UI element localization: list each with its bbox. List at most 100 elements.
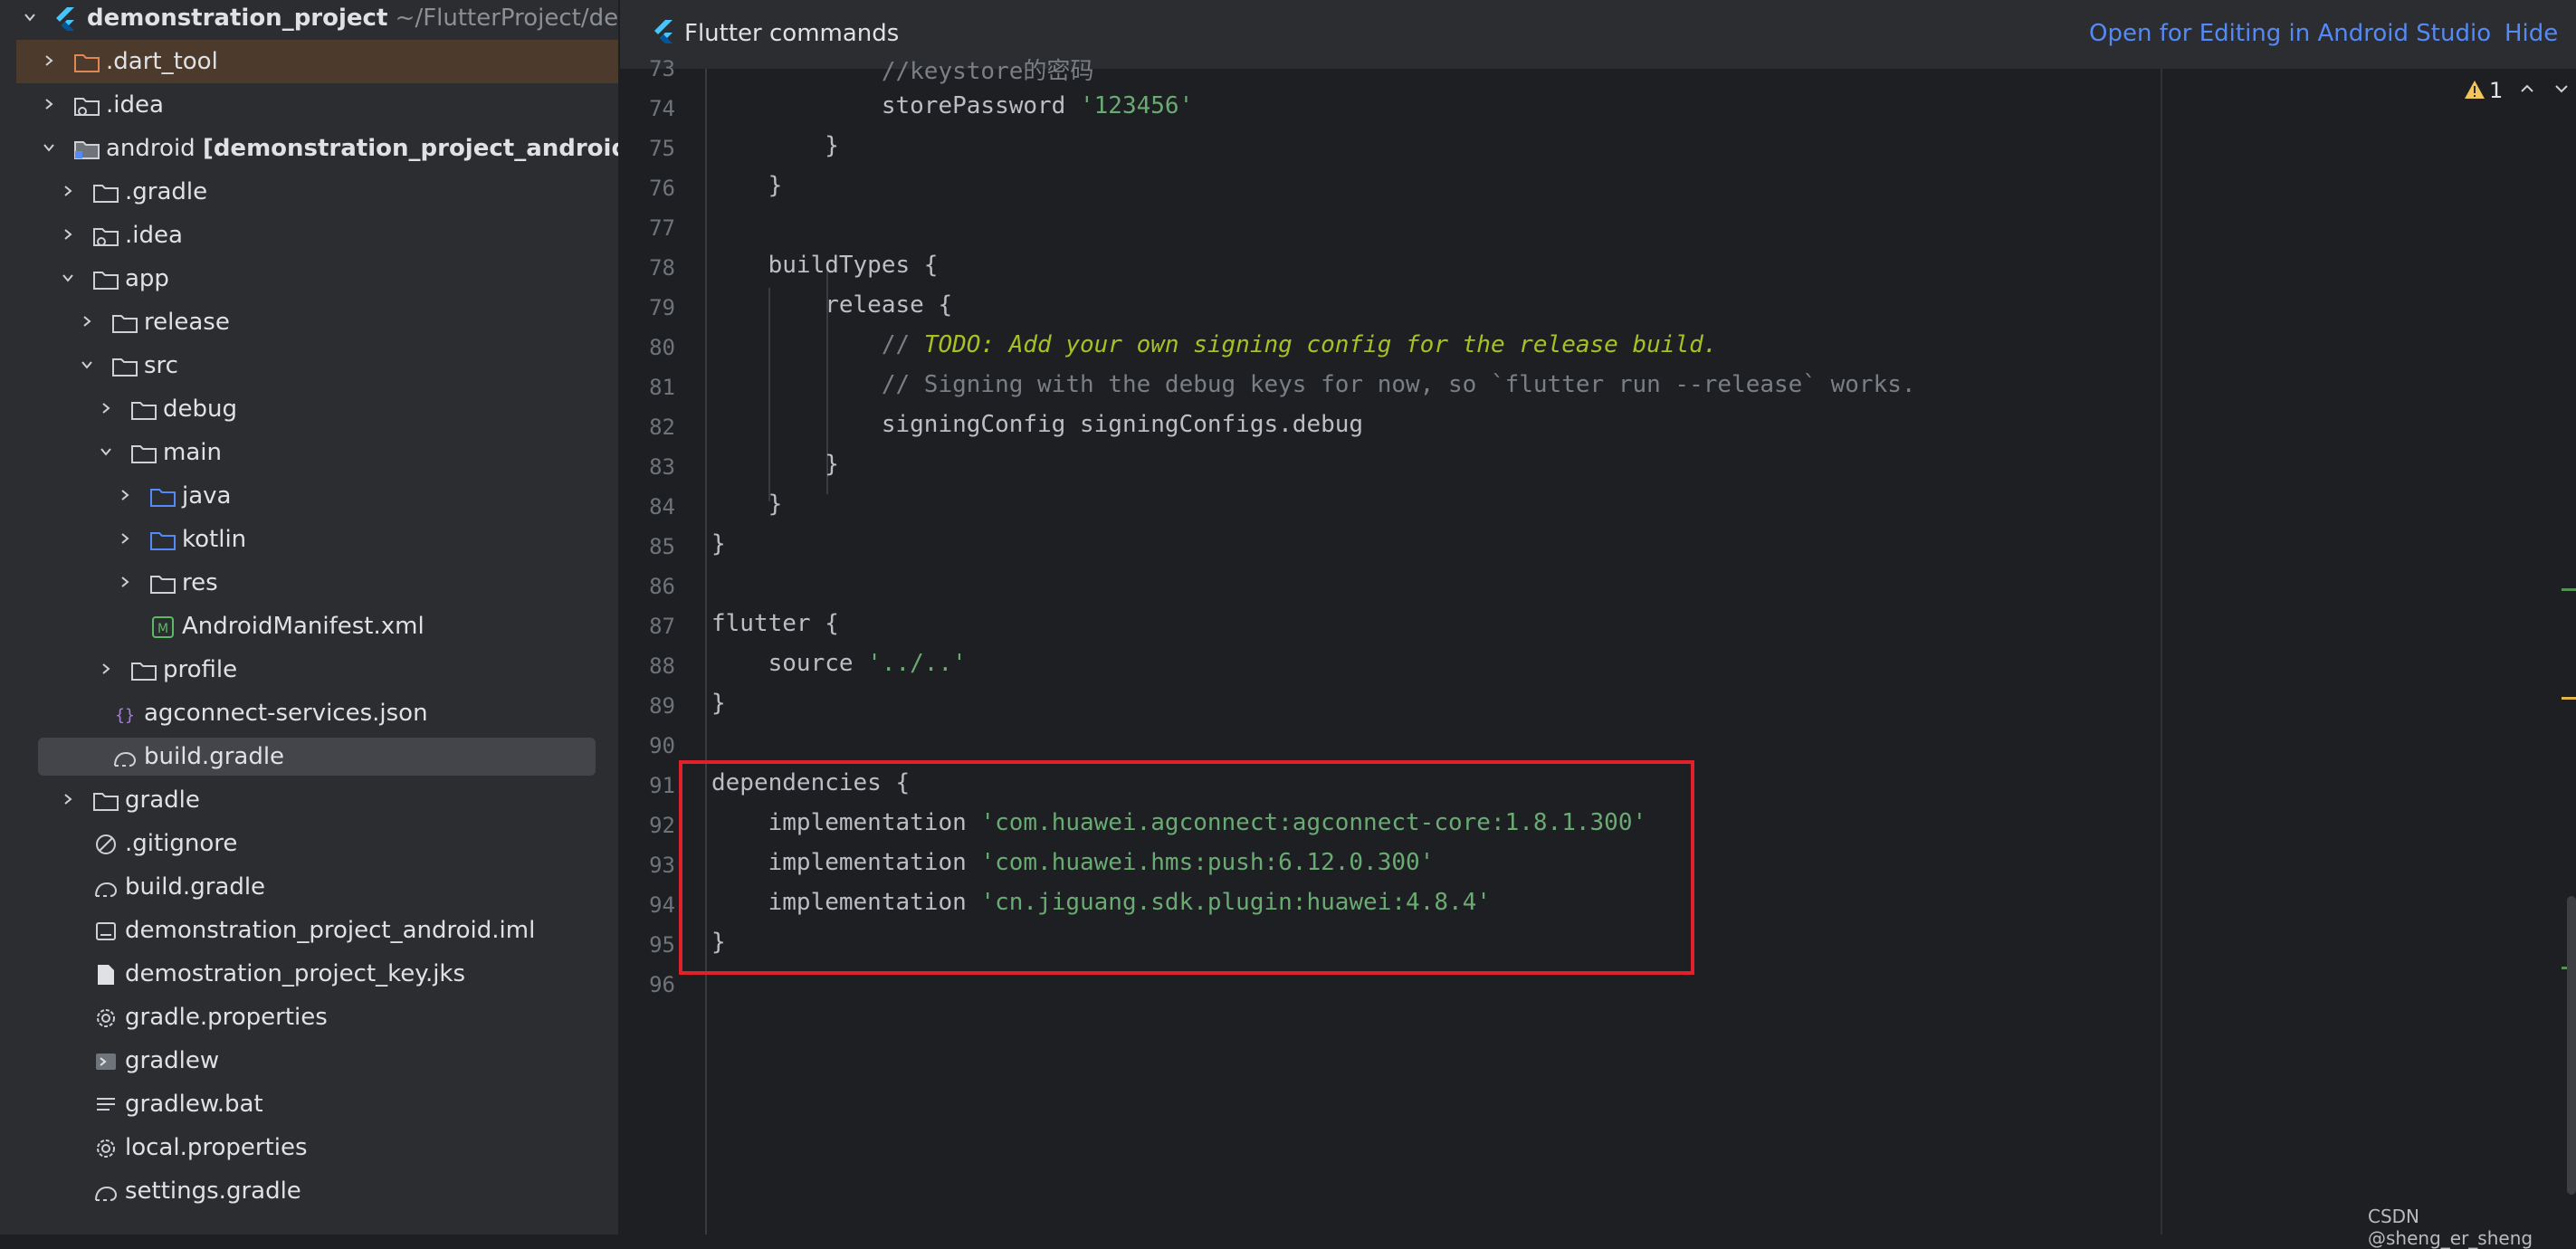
code-line[interactable]: implementation 'com.huawei.hms:push:6.12… bbox=[711, 849, 1435, 876]
tree-item[interactable]: gradlew bbox=[0, 1039, 618, 1082]
line-number: 93 bbox=[649, 853, 675, 878]
tree-item-label: android [demonstration_project_android] bbox=[106, 135, 618, 162]
tree-item[interactable]: demostration_project_key.jks bbox=[0, 952, 618, 996]
warning-marker[interactable] bbox=[2562, 697, 2576, 700]
tree-item-label: gradlew bbox=[125, 1047, 219, 1074]
code-token: } bbox=[711, 132, 839, 159]
tree-item[interactable]: .idea bbox=[0, 214, 618, 257]
chevron-right-icon[interactable] bbox=[43, 98, 55, 110]
code-line[interactable]: // Signing with the debug keys for now, … bbox=[711, 371, 1916, 398]
chevron-right-icon[interactable] bbox=[43, 54, 55, 67]
tree-item[interactable]: android [demonstration_project_android] bbox=[0, 127, 618, 170]
code-line[interactable]: implementation 'cn.jiguang.sdk.plugin:hu… bbox=[711, 889, 1491, 916]
code-line[interactable]: //keystore的密码 bbox=[711, 52, 1094, 86]
json-file-icon: {} bbox=[115, 706, 135, 725]
chevron-down-icon[interactable] bbox=[62, 272, 74, 284]
code-line[interactable]: } bbox=[711, 929, 726, 956]
code-line[interactable]: } bbox=[711, 132, 839, 159]
chevron-down-icon[interactable] bbox=[24, 11, 36, 24]
chevron-right-icon[interactable] bbox=[81, 315, 93, 328]
code-line[interactable]: source '../..' bbox=[711, 650, 967, 677]
tree-item[interactable]: local.properties bbox=[0, 1126, 618, 1169]
tree-item-label: gradle.properties bbox=[125, 1004, 328, 1031]
code-token: } bbox=[711, 690, 726, 717]
tree-item[interactable]: release bbox=[0, 300, 618, 344]
warning-icon[interactable] bbox=[2464, 80, 2485, 100]
tree-item[interactable]: app bbox=[0, 257, 618, 300]
tree-item[interactable]: main bbox=[0, 431, 618, 474]
chevron-right-icon[interactable] bbox=[100, 663, 112, 675]
excluded-folder-icon bbox=[74, 54, 100, 72]
tree-item[interactable]: demonstration_project_android.iml bbox=[0, 909, 618, 952]
code-line[interactable]: release { bbox=[711, 291, 952, 319]
tree-item-label: demonstration_project ~/FlutterProject/d… bbox=[87, 5, 618, 32]
code-line[interactable]: storePassword '123456' bbox=[711, 92, 1193, 119]
tree-item-label: gradle bbox=[125, 787, 200, 814]
tree-item[interactable]: gradle.properties bbox=[0, 996, 618, 1039]
tree-item[interactable]: gradle bbox=[0, 778, 618, 822]
tree-item[interactable]: res bbox=[0, 561, 618, 605]
tree-item[interactable]: .gradle bbox=[0, 170, 618, 214]
warning-count[interactable]: 1 bbox=[2489, 78, 2503, 103]
tree-item-label: .idea bbox=[125, 222, 183, 249]
code-line[interactable]: } bbox=[711, 690, 726, 717]
folder-icon bbox=[93, 185, 119, 203]
tree-item[interactable]: src bbox=[0, 344, 618, 387]
chevron-down-icon[interactable] bbox=[43, 141, 55, 154]
code-line[interactable]: } bbox=[711, 491, 783, 518]
line-number: 82 bbox=[649, 415, 675, 440]
open-in-android-studio-link[interactable]: Open for Editing in Android Studio bbox=[2089, 20, 2491, 47]
svg-text:{}: {} bbox=[115, 706, 135, 725]
chevron-right-icon[interactable] bbox=[119, 576, 131, 588]
tree-item[interactable]: build.gradle bbox=[0, 865, 618, 909]
code-line[interactable]: dependencies { bbox=[711, 769, 910, 796]
change-marker[interactable] bbox=[2562, 588, 2576, 591]
code-token: storePassword bbox=[711, 92, 1080, 119]
next-highlight-icon[interactable] bbox=[2554, 81, 2569, 96]
code-line[interactable]: buildTypes { bbox=[711, 252, 939, 279]
tree-item-name: AndroidManifest.xml bbox=[182, 613, 425, 640]
code-line[interactable]: flutter { bbox=[711, 610, 839, 637]
chevron-down-icon[interactable] bbox=[81, 358, 93, 371]
tree-item[interactable]: demonstration_project ~/FlutterProject/d… bbox=[0, 0, 618, 40]
line-number: 81 bbox=[649, 375, 675, 400]
chevron-right-icon[interactable] bbox=[100, 402, 112, 415]
code-line[interactable]: } bbox=[711, 172, 783, 199]
tree-item[interactable]: M AndroidManifest.xml bbox=[0, 605, 618, 648]
tree-item-name: app bbox=[125, 265, 169, 292]
code-token: flutter { bbox=[711, 610, 839, 637]
folder-icon bbox=[93, 272, 119, 290]
tree-item[interactable]: java bbox=[0, 474, 618, 518]
code-line[interactable]: signingConfig signingConfigs.debug bbox=[711, 411, 1363, 438]
tree-item[interactable]: .dart_tool bbox=[16, 40, 618, 83]
tree-item[interactable]: {} agconnect-services.json bbox=[0, 691, 618, 735]
tree-item[interactable]: build.gradle bbox=[0, 735, 618, 778]
chevron-right-icon[interactable] bbox=[119, 489, 131, 501]
tree-item[interactable]: kotlin bbox=[0, 518, 618, 561]
banner-title: Flutter commands bbox=[684, 20, 900, 47]
tree-item-label: build.gradle bbox=[125, 873, 265, 901]
code-line[interactable]: } bbox=[711, 451, 839, 478]
chevron-right-icon[interactable] bbox=[62, 228, 74, 241]
tree-item[interactable]: profile bbox=[0, 648, 618, 691]
code-token: dependencies { bbox=[711, 769, 911, 796]
tree-item[interactable]: settings.gradle bbox=[0, 1169, 618, 1213]
tree-item-label: gradlew.bat bbox=[125, 1091, 263, 1118]
chevron-down-icon[interactable] bbox=[100, 445, 112, 458]
tree-item[interactable]: gradlew.bat bbox=[0, 1082, 618, 1126]
tree-item-name: gradlew.bat bbox=[125, 1091, 263, 1118]
code-line[interactable]: // TODO: Add your own signing config for… bbox=[711, 331, 1718, 358]
hide-banner-link[interactable]: Hide bbox=[2504, 20, 2558, 47]
tree-item[interactable]: .idea bbox=[0, 83, 618, 127]
chevron-right-icon[interactable] bbox=[62, 793, 74, 806]
tree-item[interactable]: debug bbox=[0, 387, 618, 431]
chevron-right-icon[interactable] bbox=[62, 185, 74, 197]
previous-highlight-icon[interactable] bbox=[2520, 81, 2534, 96]
editor-scrollbar[interactable] bbox=[2567, 896, 2576, 1195]
code-line[interactable]: implementation 'com.huawei.agconnect:agc… bbox=[711, 809, 1647, 836]
chevron-right-icon[interactable] bbox=[119, 532, 131, 545]
tree-item[interactable]: .gitignore bbox=[0, 822, 618, 865]
code-line[interactable]: } bbox=[711, 530, 726, 558]
